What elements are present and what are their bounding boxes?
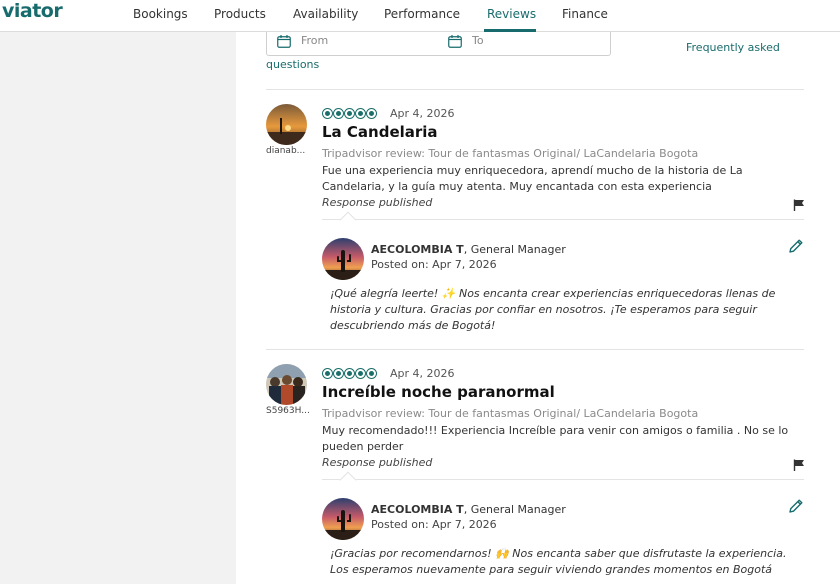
flag-icon[interactable]: [793, 459, 805, 471]
manager-name-strong: AECOLOMBIA T: [371, 503, 464, 516]
reviewer-username: dianab...: [266, 146, 306, 156]
divider: [322, 219, 804, 220]
rating-bubble-icon: [355, 368, 366, 379]
rating-bubble-icon: [344, 368, 355, 379]
manager-name-strong: AECOLOMBIA T: [371, 243, 464, 256]
nav-finance[interactable]: Finance: [562, 7, 608, 21]
manager-avatar: [322, 498, 364, 540]
rating-stars: [322, 108, 378, 119]
manager-role: , General Manager: [463, 503, 566, 516]
manager-name: AECOLOMBIA T, General Manager: [371, 503, 566, 516]
divider: [266, 349, 804, 350]
date-range-filter: From To: [266, 32, 611, 56]
response-text: ¡Qué alegría leerte! ✨ Nos encanta crear…: [330, 287, 776, 332]
calendar-icon[interactable]: [277, 35, 291, 48]
rating-bubble-icon: [344, 108, 355, 119]
flag-icon[interactable]: [793, 199, 805, 211]
manager-role: , General Manager: [463, 243, 566, 256]
pencil-icon[interactable]: [788, 498, 804, 514]
rating-bubble-icon: [322, 108, 333, 119]
rating-stars: [322, 368, 378, 379]
response-status: Response published: [322, 456, 433, 469]
from-date-input[interactable]: From: [301, 34, 328, 47]
rating-bubble-icon: [366, 368, 377, 379]
nav-availability[interactable]: Availability: [293, 7, 358, 21]
reviewer-avatar: [266, 364, 307, 405]
response-status: Response published: [322, 196, 433, 209]
review-date: Apr 4, 2026: [390, 367, 455, 380]
divider: [266, 89, 804, 90]
review-date: Apr 4, 2026: [390, 107, 455, 120]
faq-link[interactable]: Frequently asked: [686, 41, 780, 54]
rating-bubble-icon: [355, 108, 366, 119]
review-source: Tripadvisor review: Tour de fantasmas Or…: [322, 147, 699, 160]
reviewer-username: S5963H...: [266, 406, 310, 416]
posted-on: Posted on: Apr 7, 2026: [371, 258, 497, 271]
posted-label: Posted on:: [371, 258, 429, 271]
viator-logo[interactable]: viator: [2, 0, 63, 22]
nav-performance[interactable]: Performance: [384, 7, 460, 21]
reviewer-avatar: [266, 104, 307, 145]
posted-date: Apr 7, 2026: [432, 258, 497, 271]
rating-bubble-icon: [333, 368, 344, 379]
posted-label: Posted on:: [371, 518, 429, 531]
divider: [322, 479, 804, 480]
review-title: La Candelaria: [322, 123, 438, 141]
rating-bubble-icon: [322, 368, 333, 379]
calendar-icon[interactable]: [448, 35, 462, 48]
review-text: Fue una experiencia muy enriquecedora, a…: [322, 164, 743, 193]
to-date-input[interactable]: To: [472, 34, 484, 47]
nav-products[interactable]: Products: [214, 7, 266, 21]
nav-reviews[interactable]: Reviews: [487, 7, 536, 21]
posted-date: Apr 7, 2026: [432, 518, 497, 531]
posted-on: Posted on: Apr 7, 2026: [371, 518, 497, 531]
review-title: Increíble noche paranormal: [322, 383, 555, 401]
top-nav-bar: viator Bookings Products Availability Pe…: [0, 0, 840, 32]
manager-avatar: [322, 238, 364, 280]
nav-bookings[interactable]: Bookings: [133, 7, 188, 21]
pencil-icon[interactable]: [788, 238, 804, 254]
rating-bubble-icon: [333, 108, 344, 119]
response-text: ¡Gracias por recomendarnos! 🙌 Nos encant…: [330, 547, 787, 576]
rating-bubble-icon: [366, 108, 377, 119]
review-text: Muy recomendado!!! Experiencia Increíble…: [322, 424, 789, 453]
faq-link-continued[interactable]: questions: [266, 58, 319, 71]
review-source: Tripadvisor review: Tour de fantasmas Or…: [322, 407, 699, 420]
manager-name: AECOLOMBIA T, General Manager: [371, 243, 566, 256]
